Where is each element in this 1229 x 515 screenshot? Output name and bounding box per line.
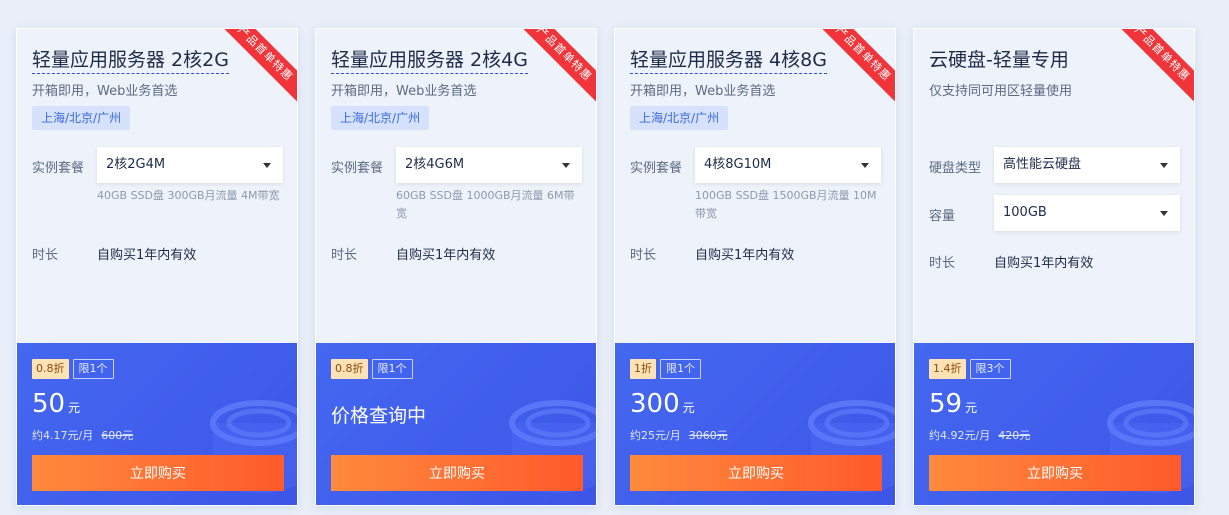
buy-now-button[interactable]: 立即购买 xyxy=(630,455,882,491)
card-subtitle: 开箱即用，Web业务首选 xyxy=(32,84,178,99)
price-unit: 元 xyxy=(965,401,978,415)
plan-label: 实例套餐 xyxy=(331,161,384,176)
plan-select-value: 4核8G10M xyxy=(704,157,772,172)
monthly-price: 约4.17元/月 xyxy=(32,429,94,442)
product-card-lighthouse-4c8g: 产品首单特惠 轻量应用服务器 4核8G 开箱即用，Web业务首选 上海/北京/广… xyxy=(614,28,896,506)
discount-badge: 0.8折 xyxy=(331,359,368,379)
price-tags: 0.8折 限1个 xyxy=(331,359,413,379)
original-price: 3060元 xyxy=(688,429,728,442)
price-tags: 1.4折 限3个 xyxy=(929,359,1011,379)
buy-now-button[interactable]: 立即购买 xyxy=(929,455,1181,491)
disk-type-select-value: 高性能云硬盘 xyxy=(1003,157,1082,172)
card-subtitle: 开箱即用，Web业务首选 xyxy=(630,84,776,99)
discount-badge: 1折 xyxy=(630,359,656,379)
duration-label: 时长 xyxy=(929,256,956,271)
limit-badge: 限1个 xyxy=(660,359,701,379)
card-subtitle: 开箱即用，Web业务首选 xyxy=(331,84,477,99)
capacity-select-value: 100GB xyxy=(1003,205,1047,220)
buy-now-button[interactable]: 立即购买 xyxy=(331,455,583,491)
plan-description: 40GB SSD盘 300GB月流量 4M带宽 xyxy=(97,189,280,202)
plan-select-value: 2核2G4M xyxy=(106,157,166,172)
card-title[interactable]: 轻量应用服务器 2核4G xyxy=(331,45,528,74)
card-title: 云硬盘-轻量专用 xyxy=(929,49,1069,71)
monthly-price-line: 约25元/月 3060元 xyxy=(630,427,728,443)
disk-type-select[interactable]: 高性能云硬盘 xyxy=(994,147,1180,183)
monthly-price: 约4.92元/月 xyxy=(929,429,991,442)
price-panel: 0.8折 限1个 50 元 约4.17元/月 600元 立即购买 xyxy=(17,343,297,505)
discount-badge: 0.8折 xyxy=(32,359,69,379)
price-unit: 元 xyxy=(68,401,81,415)
duration-label: 时长 xyxy=(331,248,358,263)
plan-label: 实例套餐 xyxy=(32,161,85,176)
limit-badge: 限1个 xyxy=(371,359,413,379)
disk-type-label: 硬盘类型 xyxy=(929,161,982,176)
price: 300 元 xyxy=(630,389,695,419)
price-tags: 1折 限1个 xyxy=(630,359,701,379)
price-unit: 元 xyxy=(682,401,695,415)
price-status-text: 价格查询中 xyxy=(331,405,427,427)
plan-select-value: 2核4G6M xyxy=(405,157,465,172)
capacity-select[interactable]: 100GB xyxy=(994,195,1180,231)
product-card-cloud-disk: 产品首单特惠 云硬盘-轻量专用 仅支持同可用区轻量使用 硬盘类型 高性能云硬盘 … xyxy=(913,28,1195,506)
region-tag: 上海/北京/广州 xyxy=(32,106,131,130)
plan-select[interactable]: 2核2G4M xyxy=(97,147,283,183)
plan-description: 100GB SSD盘 1500GB月流量 10M带宽 xyxy=(695,189,877,220)
capacity-label: 容量 xyxy=(929,209,956,224)
price-amount: 50 xyxy=(32,389,66,419)
chevron-down-icon xyxy=(1160,163,1168,168)
price: 59 元 xyxy=(929,389,977,419)
limit-badge: 限1个 xyxy=(72,359,114,379)
limit-badge: 限3个 xyxy=(969,359,1011,379)
duration-value: 自购买1年内有效 xyxy=(396,248,496,263)
price: 50 元 xyxy=(32,389,80,419)
chevron-down-icon xyxy=(1160,211,1168,216)
buy-now-button[interactable]: 立即购买 xyxy=(32,455,284,491)
promo-ribbon: 产品首单特惠 xyxy=(1108,29,1194,108)
monthly-price-line: 约4.17元/月 600元 xyxy=(32,427,133,443)
card-title[interactable]: 轻量应用服务器 2核2G xyxy=(32,45,229,74)
card-subtitle: 仅支持同可用区轻量使用 xyxy=(929,84,1073,99)
discount-badge: 1.4折 xyxy=(929,359,966,379)
duration-value: 自购买1年内有效 xyxy=(97,248,197,263)
duration-label: 时长 xyxy=(32,248,59,263)
chevron-down-icon xyxy=(562,163,570,168)
chevron-down-icon xyxy=(263,163,271,168)
price-panel: 0.8折 限1个 价格查询中 立即购买 xyxy=(316,343,596,505)
plan-select[interactable]: 2核4G6M xyxy=(396,147,582,183)
product-card-lighthouse-2c4g: 产品首单特惠 轻量应用服务器 2核4G 开箱即用，Web业务首选 上海/北京/广… xyxy=(315,28,597,506)
price-tags: 0.8折 限1个 xyxy=(32,359,114,379)
price-panel: 1折 限1个 300 元 约25元/月 3060元 立即购买 xyxy=(615,343,895,505)
plan-label: 实例套餐 xyxy=(630,161,683,176)
price-amount: 59 xyxy=(929,389,963,419)
original-price: 420元 xyxy=(998,429,1031,442)
card-title[interactable]: 轻量应用服务器 4核8G xyxy=(630,45,827,74)
duration-value: 自购买1年内有效 xyxy=(994,256,1094,271)
plan-description: 60GB SSD盘 1000GB月流量 6M带宽 xyxy=(396,189,575,220)
region-tag: 上海/北京/广州 xyxy=(331,106,430,130)
product-card-lighthouse-2c2g: 产品首单特惠 轻量应用服务器 2核2G 开箱即用，Web业务首选 上海/北京/广… xyxy=(16,28,298,506)
price-panel: 1.4折 限3个 59 元 约4.92元/月 420元 立即购买 xyxy=(914,343,1194,505)
chevron-down-icon xyxy=(861,163,869,168)
duration-value: 自购买1年内有效 xyxy=(695,248,795,263)
price-amount: 300 xyxy=(630,389,680,419)
monthly-price: 约25元/月 xyxy=(630,429,681,442)
plan-select[interactable]: 4核8G10M xyxy=(695,147,881,183)
original-price: 600元 xyxy=(101,429,134,442)
region-tag: 上海/北京/广州 xyxy=(630,106,729,130)
monthly-price-line: 约4.92元/月 420元 xyxy=(929,427,1030,443)
duration-label: 时长 xyxy=(630,248,657,263)
